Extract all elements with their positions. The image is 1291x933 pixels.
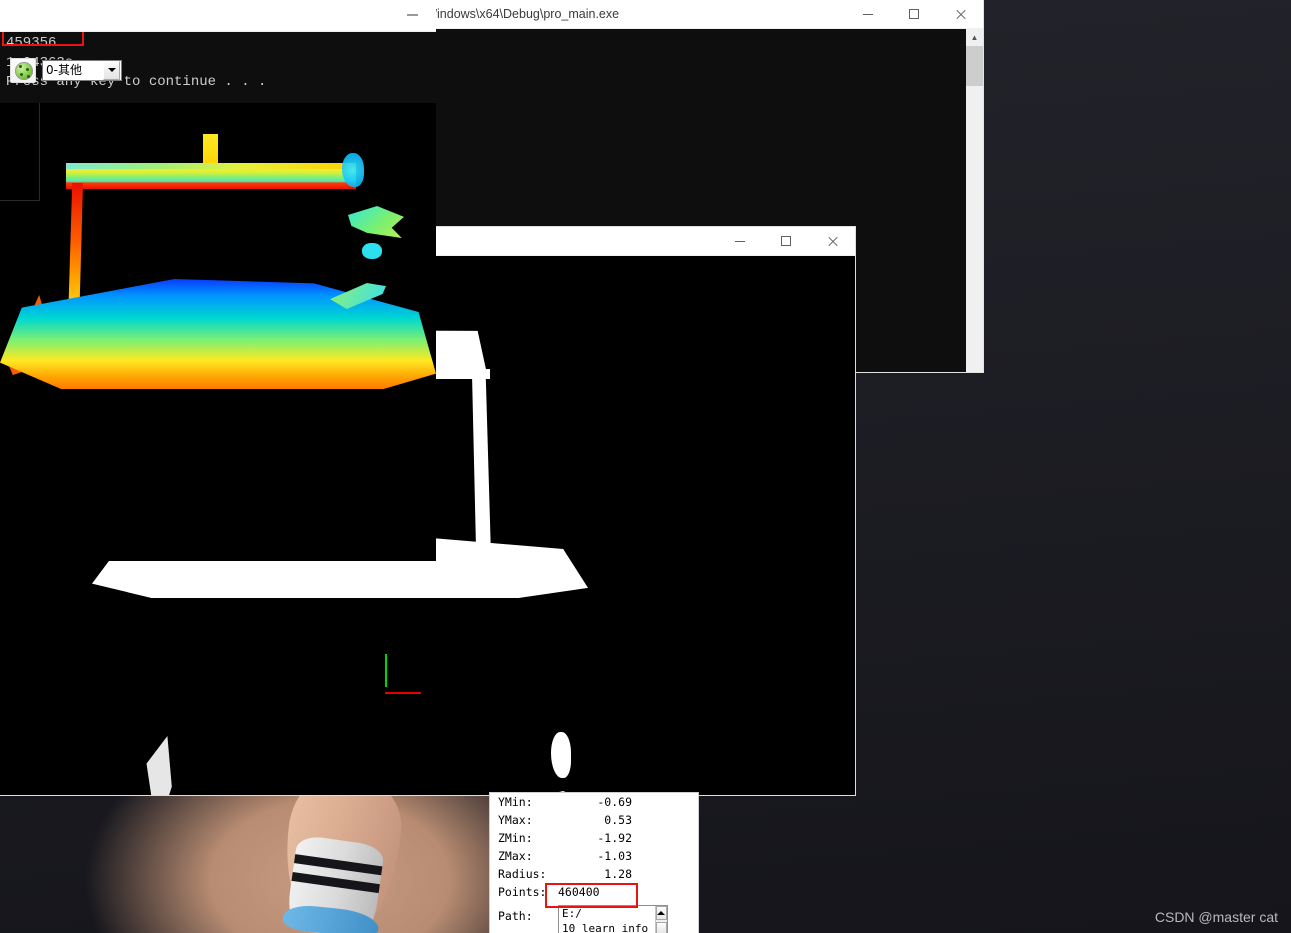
scroll-up-icon[interactable]: ▲ — [966, 29, 983, 46]
rabbit-maximize-button[interactable] — [763, 227, 809, 255]
info-row: Points: 460400 — [490, 883, 698, 901]
info-label-zmin: ZMin: — [498, 831, 533, 845]
info-row: YMax: 0.53 — [490, 811, 698, 829]
tool-minimize-button[interactable] — [407, 14, 418, 16]
info-value-ymax: 0.53 — [604, 813, 632, 827]
screen-root: C:\ E:\10_learn_information\1_my_github\… — [0, 0, 1291, 933]
info-row: YMin: -0.69 — [490, 793, 698, 811]
path-listbox-scrollbar[interactable] — [654, 906, 667, 933]
rabbit-minimize-button[interactable] — [717, 227, 763, 255]
info-value-zmin: -1.92 — [597, 831, 632, 845]
cloud-noise-left — [135, 736, 174, 795]
path-listbox[interactable]: E:/ 10_learn_info — [558, 905, 668, 933]
info-label-zmax: ZMax: — [498, 849, 533, 863]
info-row: ZMax: -1.03 — [490, 847, 698, 865]
colored-point-cloud-canvas[interactable] — [0, 103, 436, 561]
info-label-points: Points: — [498, 885, 547, 899]
cloud-post-right — [472, 374, 491, 556]
colored-cloud-roof — [66, 169, 356, 189]
scroll-up-icon[interactable] — [655, 906, 667, 920]
console-close-button[interactable] — [937, 0, 983, 28]
info-label-path: Path: — [498, 909, 533, 923]
tool-titlebar[interactable] — [0, 0, 436, 32]
info-label-ymax: YMax: — [498, 813, 533, 827]
console-scrollbar[interactable]: ▲ — [966, 29, 983, 372]
canvas-guide-lines — [0, 103, 40, 201]
info-row: ZMin: -1.92 — [490, 829, 698, 847]
info-row: Radius: 1.28 — [490, 865, 698, 883]
console-window-controls — [845, 0, 983, 28]
console-minimize-button[interactable] — [845, 0, 891, 28]
cloud-blob-top-right — [551, 732, 571, 778]
csdn-watermark: CSDN @master cat — [1154, 909, 1278, 925]
info-label-ymin: YMin: — [498, 795, 533, 809]
info-value-points: 460400 — [558, 885, 600, 899]
colored-cloud-blob-top-right — [342, 153, 364, 187]
info-value-ymin: -0.69 — [597, 795, 632, 809]
info-value-radius: 1.28 — [604, 867, 632, 881]
info-label-radius: Radius: — [498, 867, 547, 881]
console-scrollbar-thumb[interactable] — [966, 46, 983, 86]
colored-cloud-blob-mid-right — [348, 206, 404, 238]
rabbit-window-controls — [717, 227, 855, 255]
rabbit-close-button[interactable] — [809, 227, 855, 255]
info-value-zmax: -1.03 — [597, 849, 632, 863]
console-maximize-button[interactable] — [891, 0, 937, 28]
cloud-type-value: 0-其他 — [46, 63, 82, 77]
colored-cloud-blob-small-right — [362, 243, 382, 259]
chevron-down-icon[interactable] — [103, 60, 120, 80]
point-cloud-icon[interactable] — [10, 57, 36, 83]
path-scrollbar-thumb[interactable] — [655, 922, 667, 933]
path-listbox-items[interactable]: E:/ 10_learn_info — [559, 906, 655, 933]
cloud-type-dropdown[interactable]: 0-其他 — [42, 59, 122, 81]
cloud-info-panel[interactable]: YMin: -0.69 YMax: 0.53 ZMin: -1.92 ZMax:… — [490, 793, 698, 933]
